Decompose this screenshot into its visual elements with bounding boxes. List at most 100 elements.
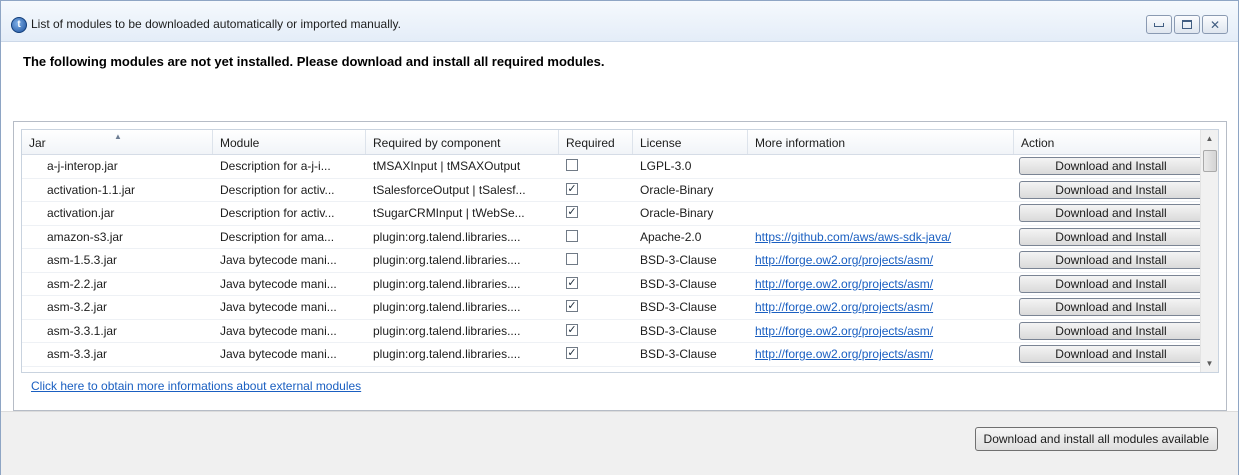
column-header-module[interactable]: Module — [213, 130, 366, 154]
column-header-required[interactable]: Required — [559, 130, 633, 154]
required-checkbox[interactable]: ✓ — [566, 300, 578, 312]
close-icon: ✕ — [1209, 17, 1221, 32]
required-cell — [559, 155, 633, 177]
maximize-icon — [1182, 20, 1192, 29]
column-header-jar[interactable]: Jar ▲ — [22, 130, 213, 154]
download-install-button[interactable]: Download and Install — [1019, 274, 1200, 293]
download-install-button[interactable]: Download and Install — [1019, 227, 1200, 246]
table-row[interactable]: amazon-s3.jar Description for ama... plugi… — [22, 226, 1200, 249]
download-install-button[interactable]: Download and Install — [1019, 345, 1200, 363]
jar-cell: asm-3.3.jar — [47, 347, 108, 361]
action-cell: Download and Install — [1014, 226, 1200, 248]
more-info-link[interactable]: http://forge.ow2.org/projects/asm/ — [748, 249, 1014, 271]
jar-cell: asm-3.3.1.jar — [47, 323, 118, 338]
required-by-cell: tSalesforceOutput | tSalesf... — [373, 182, 526, 197]
table-row[interactable]: activation.jar Description for activ... tS… — [22, 202, 1200, 226]
module-cell: Description for activ... — [220, 182, 335, 197]
required-checkbox[interactable] — [566, 159, 578, 171]
required-by-cell: plugin:org.talend.libraries.... — [373, 276, 521, 291]
title-bar: t List of modules to be downloaded autom… — [1, 1, 1238, 42]
license-cell: LGPL-3.0 — [640, 159, 692, 173]
column-header-more-info[interactable]: More information — [748, 130, 1014, 154]
dialog-window: t List of modules to be downloaded autom… — [0, 0, 1239, 475]
license-cell: Oracle-Binary — [640, 182, 714, 197]
module-cell: Description for ama... — [220, 229, 335, 244]
table-row[interactable]: activation-1.1.jar Description for activ.… — [22, 179, 1200, 202]
module-cell: Description for a-j-i... — [220, 159, 331, 173]
action-cell: Download and Install — [1014, 155, 1200, 177]
license-cell: BSD-3-Clause — [640, 276, 717, 291]
column-header-action[interactable]: Action — [1014, 130, 1200, 154]
download-install-button[interactable]: Download and Install — [1019, 157, 1200, 175]
table-row[interactable]: asm-1.5.3.jar Java bytecode mani... plugin… — [22, 249, 1200, 273]
modules-panel: Jar ▲ Module Required by component Requi… — [13, 121, 1227, 411]
required-by-cell: plugin:org.talend.libraries.... — [373, 253, 521, 267]
required-checkbox[interactable]: ✓ — [566, 347, 578, 359]
license-cell: BSD-3-Clause — [640, 347, 717, 361]
more-info-link[interactable]: http://forge.ow2.org/projects/asm/ — [748, 273, 1014, 295]
more-info-link — [748, 179, 1014, 201]
required-cell: ✓ — [559, 296, 633, 318]
more-info-link[interactable]: https://github.com/aws/aws-sdk-java/ — [748, 226, 1014, 248]
table-row[interactable]: asm-3.3.1.jar Java bytecode mani... plugin… — [22, 320, 1200, 343]
close-button[interactable]: ✕ — [1202, 15, 1228, 34]
required-cell: ✓ — [559, 343, 633, 365]
required-checkbox[interactable] — [566, 253, 578, 265]
column-header-required-by[interactable]: Required by component — [366, 130, 559, 154]
required-cell: ✓ — [559, 320, 633, 342]
license-cell: BSD-3-Clause — [640, 323, 717, 338]
modules-table: Jar ▲ Module Required by component Requi… — [21, 129, 1219, 373]
required-cell: ✓ — [559, 273, 633, 295]
more-info-link — [748, 202, 1014, 224]
module-cell: Description for activ... — [220, 206, 335, 220]
download-install-button[interactable]: Download and Install — [1019, 298, 1200, 316]
table-row[interactable]: asm-3.3.jar Java bytecode mani... plugin:o… — [22, 343, 1200, 367]
action-cell: Download and Install — [1014, 249, 1200, 271]
required-cell: ✓ — [559, 179, 633, 201]
required-checkbox[interactable]: ✓ — [566, 182, 578, 195]
external-modules-info-link[interactable]: Click here to obtain more informations a… — [31, 379, 361, 393]
more-info-link[interactable]: http://forge.ow2.org/projects/asm/ — [748, 343, 1014, 365]
download-install-button[interactable]: Download and Install — [1019, 180, 1200, 199]
required-checkbox[interactable]: ✓ — [566, 323, 578, 336]
jar-cell: a-j-interop.jar — [47, 159, 118, 173]
window-controls: ✕ — [1146, 15, 1228, 34]
table-row[interactable]: asm-3.2.jar Java bytecode mani... plugin:o… — [22, 296, 1200, 320]
download-install-button[interactable]: Download and Install — [1019, 204, 1200, 222]
license-cell: BSD-3-Clause — [640, 300, 717, 314]
jar-cell: activation.jar — [47, 206, 115, 220]
action-cell: Download and Install — [1014, 202, 1200, 224]
more-info-link[interactable]: http://forge.ow2.org/projects/asm/ — [748, 296, 1014, 318]
license-cell: Oracle-Binary — [640, 206, 714, 220]
table-row[interactable]: asm-2.2.jar Java bytecode mani... plugin:o… — [22, 273, 1200, 296]
action-cell: Download and Install — [1014, 273, 1200, 295]
column-header-license[interactable]: License — [633, 130, 748, 154]
required-checkbox[interactable] — [566, 229, 578, 242]
required-checkbox[interactable]: ✓ — [566, 206, 578, 218]
minimize-button[interactable] — [1146, 15, 1172, 34]
module-cell: Java bytecode mani... — [220, 347, 337, 361]
table-row[interactable]: a-j-interop.jar Description for a-j-i... t… — [22, 155, 1200, 179]
maximize-button[interactable] — [1174, 15, 1200, 34]
required-by-cell: plugin:org.talend.libraries.... — [373, 300, 521, 314]
download-install-button[interactable]: Download and Install — [1019, 321, 1200, 340]
required-cell: ✓ — [559, 202, 633, 224]
required-cell — [559, 226, 633, 248]
download-install-button[interactable]: Download and Install — [1019, 251, 1200, 269]
sort-ascending-icon: ▲ — [114, 132, 122, 141]
window-title: List of modules to be downloaded automat… — [31, 17, 401, 31]
required-checkbox[interactable]: ✓ — [566, 276, 578, 289]
module-cell: Java bytecode mani... — [220, 276, 337, 291]
required-cell — [559, 249, 633, 271]
action-cell: Download and Install — [1014, 343, 1200, 365]
vertical-scrollbar[interactable]: ▲ ▼ — [1200, 130, 1218, 372]
jar-cell: activation-1.1.jar — [47, 182, 136, 197]
more-info-link[interactable]: http://forge.ow2.org/projects/asm/ — [748, 320, 1014, 342]
column-header-label: Jar — [29, 136, 46, 150]
scroll-down-icon[interactable]: ▼ — [1201, 355, 1218, 372]
install-all-button[interactable]: Download and install all modules availab… — [974, 427, 1218, 451]
jar-cell: asm-2.2.jar — [47, 276, 108, 291]
scroll-thumb[interactable] — [1203, 150, 1217, 172]
required-by-cell: plugin:org.talend.libraries.... — [373, 347, 521, 361]
scroll-up-icon[interactable]: ▲ — [1201, 130, 1218, 147]
